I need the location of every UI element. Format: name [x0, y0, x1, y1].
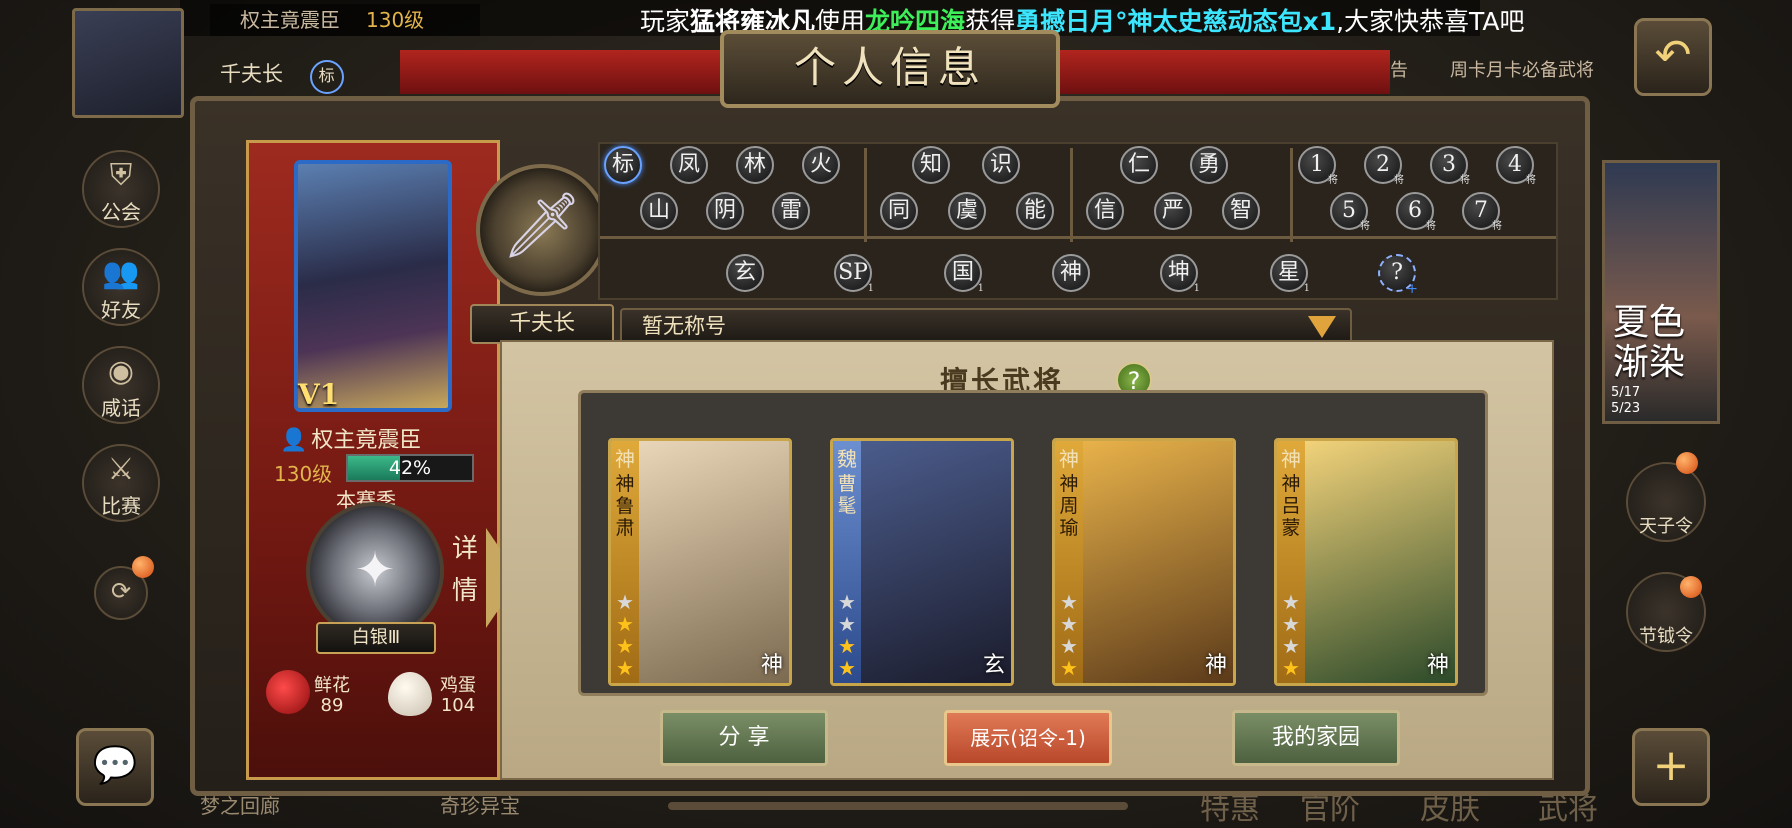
hero-name: 神周瑜: [1059, 473, 1079, 539]
my-home-button[interactable]: 我的家园: [1232, 710, 1400, 766]
star-empty-icon: ★: [838, 590, 856, 614]
hero-card[interactable]: 神神吕蒙 ★ ★ ★ ★ 神: [1274, 438, 1458, 686]
hero-faction: 神: [1281, 447, 1301, 471]
star-filled-icon: ★: [1282, 656, 1300, 680]
hero-tag: 神: [1204, 653, 1227, 678]
hero-tag: 玄: [982, 653, 1005, 678]
hero-card[interactable]: 魏曹髦 ★ ★ ★ ★ 玄: [830, 438, 1014, 686]
star-empty-icon: ★: [1060, 590, 1078, 614]
star-empty-icon: ★: [1060, 634, 1078, 658]
star-filled-icon: ★: [838, 634, 856, 658]
show-button[interactable]: 展示(诏令-1): [944, 710, 1112, 766]
hero-card[interactable]: 神神周瑜 ★ ★ ★ ★ 神: [1052, 438, 1236, 686]
hero-stars: ★ ★ ★ ★: [1279, 591, 1303, 679]
hero-faction: 神: [615, 447, 635, 471]
hero-name: 神吕蒙: [1281, 473, 1301, 539]
share-button[interactable]: 分 享: [660, 710, 828, 766]
hero-name: 神鲁肃: [615, 473, 635, 539]
star-empty-icon: ★: [1282, 612, 1300, 636]
star-filled-icon: ★: [616, 656, 634, 680]
hero-stars: ★ ★ ★ ★: [835, 591, 859, 679]
hero-faction: 魏: [837, 447, 857, 471]
hero-stars: ★ ★ ★ ★: [613, 591, 637, 679]
star-empty-icon: ★: [1282, 590, 1300, 614]
hero-tag: 神: [760, 653, 783, 678]
hero-faction: 神: [1059, 447, 1079, 471]
hero-cards: 神神鲁肃 ★ ★ ★ ★ 神魏曹髦 ★ ★ ★ ★ 玄神神周瑜 ★ ★ ★ ★ 神神神吕蒙 ★ ★ ★ ★ 神: [0, 0, 1792, 828]
star-empty-icon: ★: [838, 612, 856, 636]
star-empty-icon: ★: [1282, 634, 1300, 658]
star-filled-icon: ★: [838, 656, 856, 680]
home-indicator: [668, 802, 1128, 810]
star-filled-icon: ★: [616, 612, 634, 636]
star-empty-icon: ★: [1060, 612, 1078, 636]
star-filled-icon: ★: [616, 634, 634, 658]
hero-name: 曹髦: [837, 473, 857, 517]
hero-card[interactable]: 神神鲁肃 ★ ★ ★ ★ 神: [608, 438, 792, 686]
star-filled-icon: ★: [1060, 656, 1078, 680]
hero-tag: 神: [1426, 653, 1449, 678]
hero-stars: ★ ★ ★ ★: [1057, 591, 1081, 679]
star-empty-icon: ★: [616, 590, 634, 614]
